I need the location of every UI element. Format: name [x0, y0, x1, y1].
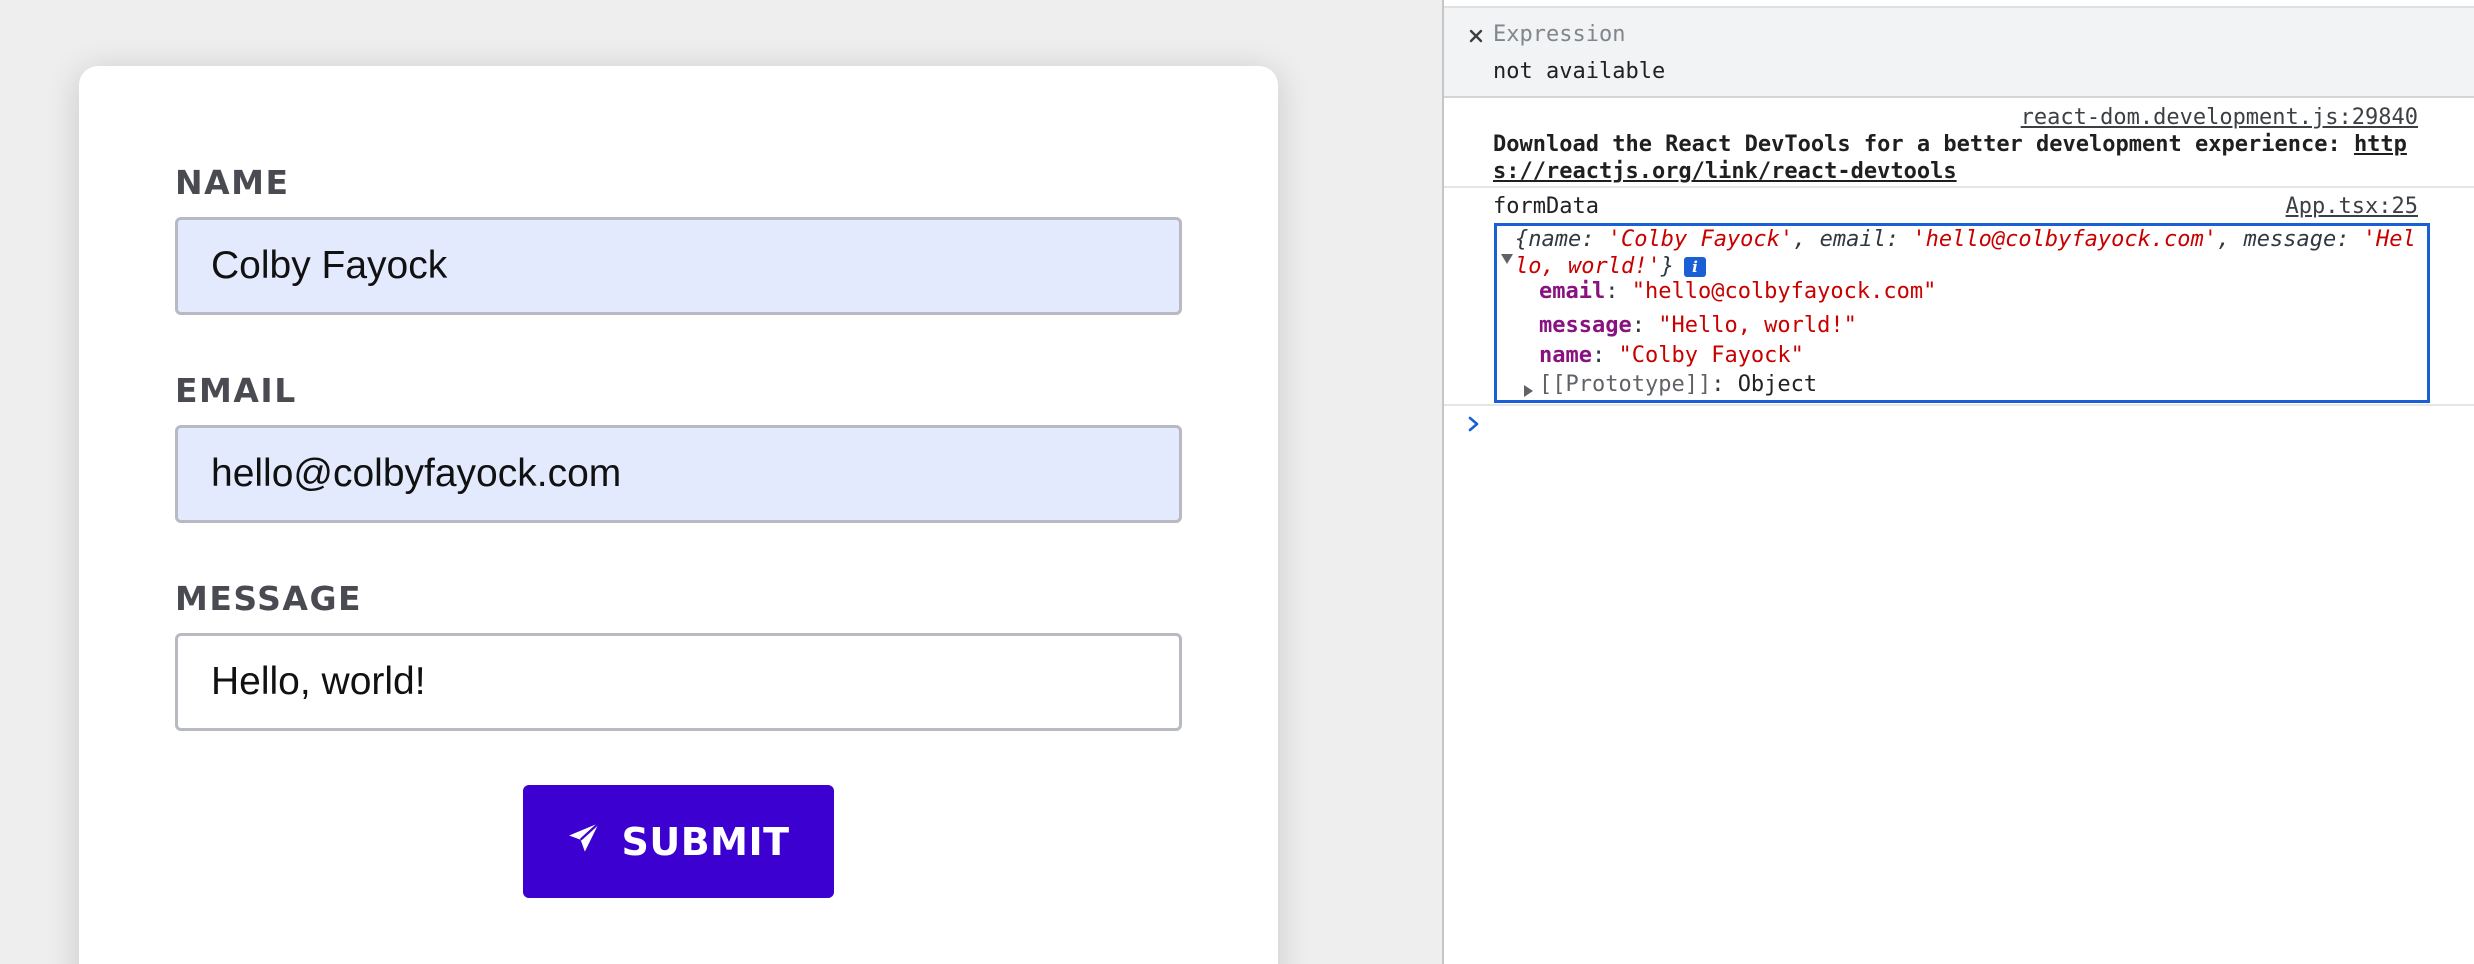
console-message: react-dom.development.js:29840 Download … — [1444, 96, 2474, 188]
expand-triangle-icon[interactable] — [1521, 378, 1535, 397]
message-label: MESSAGE — [175, 579, 363, 618]
object-property-row: name: "Colby Fayock" — [1539, 343, 1804, 368]
property-value: "hello@colbyfayock.com" — [1631, 279, 1937, 304]
close-icon[interactable] — [1464, 24, 1488, 48]
submit-button[interactable]: SUBMIT — [523, 785, 834, 898]
console-message-text: Download the React DevTools for a better… — [1493, 131, 2413, 185]
console-log-label: formData — [1493, 194, 1599, 219]
devtools-console: Expression not available react-dom.devel… — [1442, 0, 2474, 964]
source-link-app[interactable]: App.tsx:25 — [2286, 194, 2418, 219]
prototype-value: Object — [1737, 372, 1818, 397]
property-value: "Hello, world!" — [1658, 313, 1857, 338]
submit-button-label: SUBMIT — [621, 819, 790, 864]
preview-brace-open: { — [1515, 227, 1529, 252]
prototype-key: [[Prototype]] — [1539, 372, 1712, 397]
preview-value-name: 'Colby Fayock' — [1607, 227, 1794, 252]
name-label: NAME — [175, 163, 290, 202]
source-link-react-dom[interactable]: react-dom.development.js:29840 — [2021, 105, 2418, 130]
preview-brace-close: } — [1660, 254, 1674, 279]
object-property-row: message: "Hello, world!" — [1539, 313, 1857, 338]
preview-key-email: , email: — [1793, 227, 1913, 252]
name-input[interactable] — [175, 217, 1182, 315]
property-key: name — [1539, 343, 1592, 368]
console-prompt-chevron-icon[interactable] — [1464, 412, 1484, 436]
property-key: email — [1539, 279, 1606, 304]
live-expression-title: Expression — [1493, 22, 1626, 47]
console-message-formdata: formData App.tsx:25 {name: 'Colby Fayock… — [1444, 190, 2474, 406]
property-value: "Colby Fayock" — [1618, 343, 1804, 368]
app-page: NAME EMAIL MESSAGE SUBMIT — [0, 0, 1442, 964]
info-icon[interactable]: i — [1683, 257, 1706, 277]
send-icon — [567, 821, 601, 855]
collapse-triangle-icon[interactable] — [1500, 246, 1514, 264]
email-label: EMAIL — [175, 371, 297, 410]
react-devtools-message: Download the React DevTools for a better… — [1493, 132, 2354, 157]
message-input[interactable] — [175, 633, 1182, 731]
live-expression-panel: Expression not available — [1444, 6, 2474, 98]
preview-key-message: , message: — [2217, 227, 2363, 252]
preview-key-name: name: — [1528, 227, 1608, 252]
object-inspector: {name: 'Colby Fayock', email: 'hello@col… — [1494, 223, 2430, 403]
email-input[interactable] — [175, 425, 1182, 523]
object-preview[interactable]: {name: 'Colby Fayock', email: 'hello@col… — [1515, 226, 2425, 280]
property-key: message — [1539, 313, 1632, 338]
object-property-row: email: "hello@colbyfayock.com" — [1539, 279, 1937, 304]
prototype-row[interactable]: [[Prototype]]: Object — [1521, 371, 1817, 399]
contact-form-card: NAME EMAIL MESSAGE SUBMIT — [79, 66, 1278, 964]
preview-value-email: 'hello@colbyfayock.com' — [1912, 227, 2218, 252]
live-expression-value: not available — [1493, 59, 1666, 84]
